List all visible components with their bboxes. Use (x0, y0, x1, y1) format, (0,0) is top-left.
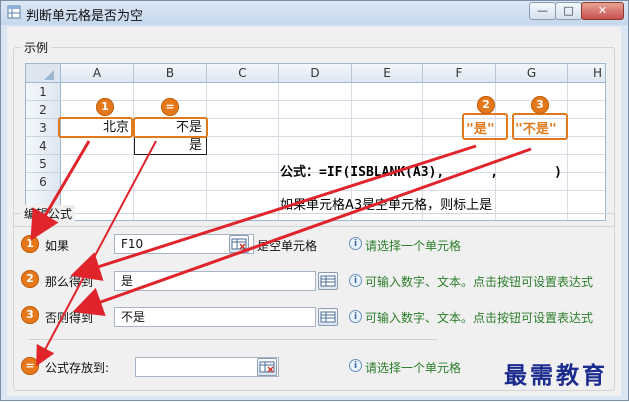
badge-2: 2 (21, 270, 39, 288)
row-header-5: 5 (26, 155, 61, 173)
sheet-corner (26, 64, 61, 83)
info-icon: i (349, 359, 362, 372)
cell-b4: 是 (188, 138, 202, 153)
cell-picker-button[interactable] (229, 235, 249, 253)
close-button[interactable]: ✕ (581, 2, 624, 20)
row-header-3: 3 (26, 119, 61, 137)
expression-button[interactable] (318, 308, 338, 326)
highlight-b3 (133, 117, 208, 138)
quoted-yes: "是" (466, 122, 495, 137)
else-hint: 可输入数字、文本。点击按钮可设置表达式 (365, 311, 594, 325)
maximize-button[interactable]: □ (555, 2, 582, 20)
info-icon: i (349, 310, 362, 323)
window-title: 判断单元格是否为空 (26, 9, 144, 24)
badge-3: 3 (21, 306, 39, 324)
minimize-button[interactable]: — (529, 2, 556, 20)
column-header-a: A (61, 64, 134, 83)
grid-line (567, 83, 568, 220)
badge-1: 1 (96, 98, 114, 116)
store-label: 公式存放到: (45, 361, 110, 375)
if-suffix-label: 是空单元格 (257, 239, 318, 253)
column-header-e: E (352, 64, 423, 83)
then-hint: 可输入数字、文本。点击按钮可设置表达式 (365, 275, 594, 289)
if-hint: 请选择一个单元格 (365, 239, 462, 253)
store-hint: 请选择一个单元格 (365, 361, 462, 375)
row-header-4: 4 (26, 137, 61, 155)
column-header-b: B (134, 64, 207, 83)
expression-icon (320, 311, 336, 323)
title-bar[interactable]: 判断单元格是否为空 — □ ✕ (1, 1, 628, 25)
formula-prefix: 公式：=IF(ISBLANK(A3), (280, 165, 445, 180)
cell-picker-icon (231, 238, 247, 250)
column-header-h: H (568, 64, 605, 83)
row-header-1: 1 (26, 83, 61, 101)
quoted-no: "不是" (515, 122, 557, 137)
formula-explanation: 如果单元格A3是空单元格，则标上是 (280, 198, 493, 213)
divider (29, 339, 437, 340)
example-group-label: 示例 (21, 39, 52, 56)
dialog-window: 判断单元格是否为空 — □ ✕ 示例 A B C D E F G H 1 2 3… (0, 0, 629, 401)
grid-line (61, 190, 605, 191)
grid-line (61, 100, 605, 101)
grid-line (278, 83, 279, 220)
dialog-body: 示例 A B C D E F G H 1 2 3 4 5 6 北京 不是 是 公… (7, 27, 621, 396)
formula-comma: , (490, 165, 499, 180)
then-label: 那么得到 (45, 275, 94, 289)
expression-button[interactable] (318, 272, 338, 290)
row-header-6: 6 (26, 173, 61, 191)
info-icon: i (349, 274, 362, 287)
select-all-icon (44, 70, 54, 80)
cell-picker-icon (259, 361, 275, 373)
info-icon: i (349, 237, 362, 250)
expression-icon (320, 275, 336, 287)
column-header-f: F (423, 64, 496, 83)
badge-3: 3 (531, 96, 549, 114)
badge-2: 2 (477, 96, 495, 114)
highlight-a3 (58, 117, 133, 138)
formula-text: 公式：=IF(ISBLANK(A3),,) (280, 161, 562, 180)
grid-line (495, 83, 496, 220)
cell-picker-button[interactable] (257, 358, 277, 376)
column-header-g: G (496, 64, 568, 83)
column-header-c: C (207, 64, 279, 83)
edit-formula-group-label: 编辑公式 (21, 205, 76, 222)
badge-equals: = (21, 357, 39, 375)
else-value-input[interactable]: 不是 (114, 307, 316, 327)
example-spreadsheet: A B C D E F G H 1 2 3 4 5 6 北京 不是 是 公式：=… (25, 63, 606, 221)
app-icon (7, 5, 21, 19)
column-header-d: D (279, 64, 352, 83)
if-label: 如果 (45, 239, 70, 253)
formula-close: ) (554, 165, 562, 180)
row-header-2: 2 (26, 101, 61, 119)
badge-1: 1 (21, 235, 39, 253)
else-label: 否则得到 (45, 311, 94, 325)
then-value-input[interactable]: 是 (114, 271, 316, 291)
badge-equals: = (161, 98, 179, 116)
watermark-text: 最需教育 (504, 362, 608, 389)
